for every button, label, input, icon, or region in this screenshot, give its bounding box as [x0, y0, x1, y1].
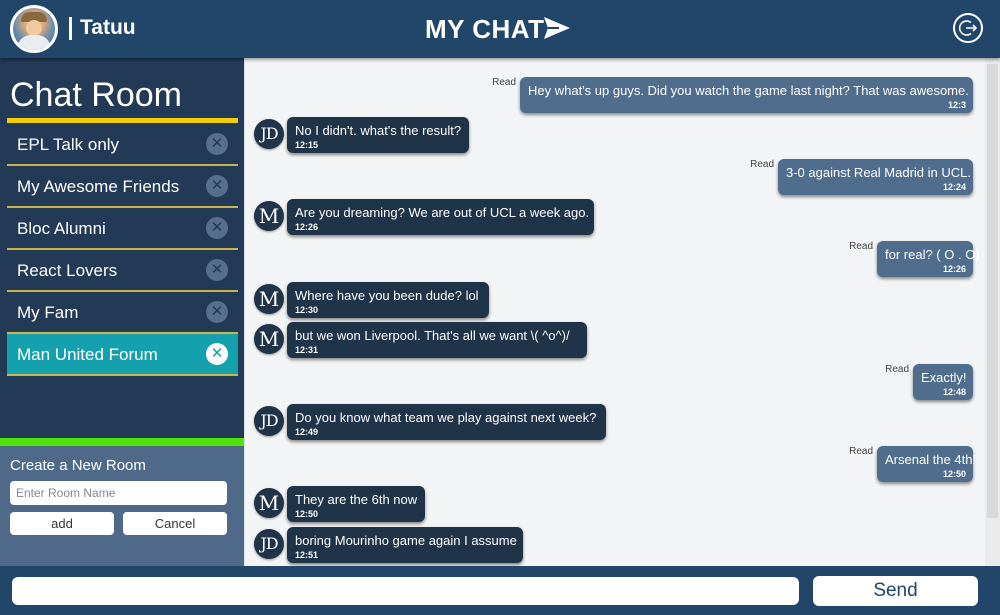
message-time: 12:49 — [295, 427, 319, 437]
message-text: but we won Liverpool. That's all we want… — [295, 328, 570, 343]
message-time: 12:24 — [942, 182, 966, 192]
close-icon[interactable]: ✕ — [206, 175, 228, 197]
close-icon[interactable]: ✕ — [206, 259, 228, 281]
room-item[interactable]: Man United Forum ✕ — [7, 334, 238, 376]
room-name: Man United Forum — [17, 345, 158, 364]
room-item[interactable]: My Awesome Friends ✕ — [7, 166, 238, 208]
message-time: 12:26 — [942, 264, 966, 274]
sender-avatar[interactable]: JD — [254, 406, 284, 436]
close-icon[interactable]: ✕ — [206, 133, 228, 155]
incoming-message: Are you dreaming? We are out of UCL a we… — [287, 199, 594, 235]
outgoing-message: Exactly! 12:48 — [913, 364, 973, 400]
logout-icon — [959, 20, 977, 36]
create-room-panel: Create a New Room add Cancel — [0, 446, 244, 566]
room-list: EPL Talk only ✕ My Awesome Friends ✕ Bloc Al… — [7, 124, 238, 376]
scroll-thumb[interactable] — [987, 64, 998, 518]
app-title: MY CHAT — [425, 14, 545, 44]
room-name: Bloc Alumni — [17, 219, 106, 238]
message-time: 12:26 — [295, 222, 319, 232]
message-time: 12:31 — [295, 345, 319, 355]
divider-bar — [0, 438, 244, 446]
sender-avatar[interactable]: JD — [254, 119, 284, 149]
outgoing-message: Arsenal the 4th! 12:50 — [877, 446, 977, 482]
room-name: EPL Talk only — [17, 135, 120, 154]
read-receipt: Read — [750, 159, 774, 170]
message-input[interactable] — [12, 577, 799, 605]
close-icon[interactable]: ✕ — [206, 343, 228, 365]
message-time: 12:51 — [295, 550, 319, 560]
sender-avatar[interactable]: M — [254, 488, 284, 518]
outgoing-message: Hey what's up guys. Did you watch the ga… — [520, 77, 973, 113]
read-receipt: Read — [885, 364, 909, 375]
room-name: My Fam — [17, 303, 79, 322]
message-time: 12:48 — [942, 387, 966, 397]
add-room-button[interactable]: add — [10, 512, 114, 535]
message-text: Do you know what team we play against ne… — [295, 410, 597, 425]
sender-avatar[interactable]: M — [254, 201, 284, 231]
message-text: Hey what's up guys. Did you watch the ga… — [528, 83, 969, 98]
message-text: Where have you been dude? lol — [295, 288, 479, 303]
sidebar-title: Chat Room — [10, 76, 182, 114]
paper-plane-icon — [544, 17, 570, 39]
message-time: 12:15 — [295, 140, 319, 150]
incoming-message: No I didn't. what's the result? 12:15 — [287, 117, 469, 153]
room-item[interactable]: React Lovers ✕ — [7, 250, 238, 292]
room-name-input[interactable] — [10, 481, 227, 505]
sender-avatar[interactable]: M — [254, 324, 284, 354]
message-text: Exactly! — [921, 370, 967, 385]
room-name: My Awesome Friends — [17, 177, 180, 196]
message-time: 12:30 — [295, 305, 319, 315]
read-receipt: Read — [849, 446, 873, 457]
sidebar: Chat Room EPL Talk only ✕ My Awesome Frien… — [0, 58, 244, 566]
read-receipt: Read — [492, 77, 516, 88]
message-list[interactable]: Hey what's up guys. Did you watch the ga… — [245, 58, 985, 566]
close-icon[interactable]: ✕ — [206, 217, 228, 239]
title-underline — [7, 118, 238, 123]
message-time: 12:50 — [295, 509, 319, 519]
user-avatar[interactable] — [10, 5, 58, 53]
read-receipt: Read — [849, 241, 873, 252]
message-text: Are you dreaming? We are out of UCL a we… — [295, 205, 590, 220]
room-name: React Lovers — [17, 261, 118, 280]
room-item[interactable]: EPL Talk only ✕ — [7, 124, 238, 166]
logout-button[interactable] — [953, 13, 983, 43]
incoming-message: Where have you been dude? lol 12:30 — [287, 282, 489, 318]
close-icon[interactable]: ✕ — [206, 301, 228, 323]
message-text: No I didn't. what's the result? — [295, 123, 462, 138]
room-item[interactable]: Bloc Alumni ✕ — [7, 208, 238, 250]
incoming-message: Do you know what team we play against ne… — [287, 404, 606, 440]
username: Tatuu — [80, 16, 136, 39]
message-text: Arsenal the 4th! — [885, 452, 977, 467]
chat-scrollbar[interactable] — [985, 58, 1000, 566]
username-divider — [69, 17, 72, 40]
message-time: 12:50 — [942, 469, 966, 479]
outgoing-message: for real? ( O . O) 12:26 — [877, 241, 980, 277]
message-text: for real? ( O . O) — [885, 247, 980, 262]
create-room-label: Create a New Room — [10, 457, 146, 474]
incoming-message: but we won Liverpool. That's all we want… — [287, 322, 587, 358]
message-time: 12:3 — [947, 100, 966, 110]
sender-avatar[interactable]: M — [254, 284, 284, 314]
incoming-message: boring Mourinho game again I assume 12:51 — [287, 527, 523, 563]
composer-bar: Send — [0, 566, 1000, 615]
send-button[interactable]: Send — [813, 576, 978, 606]
message-text: boring Mourinho game again I assume — [295, 533, 517, 548]
sender-avatar[interactable]: JD — [254, 529, 284, 559]
app-header: Tatuu MY CHAT — [0, 0, 1000, 58]
incoming-message: They are the 6th now 12:50 — [287, 486, 425, 522]
message-text: They are the 6th now — [295, 492, 418, 507]
cancel-button[interactable]: Cancel — [123, 512, 227, 535]
room-item[interactable]: My Fam ✕ — [7, 292, 238, 334]
message-text: 3-0 against Real Madrid in UCL. — [786, 165, 971, 180]
outgoing-message: 3-0 against Real Madrid in UCL. 12:24 — [778, 159, 973, 195]
